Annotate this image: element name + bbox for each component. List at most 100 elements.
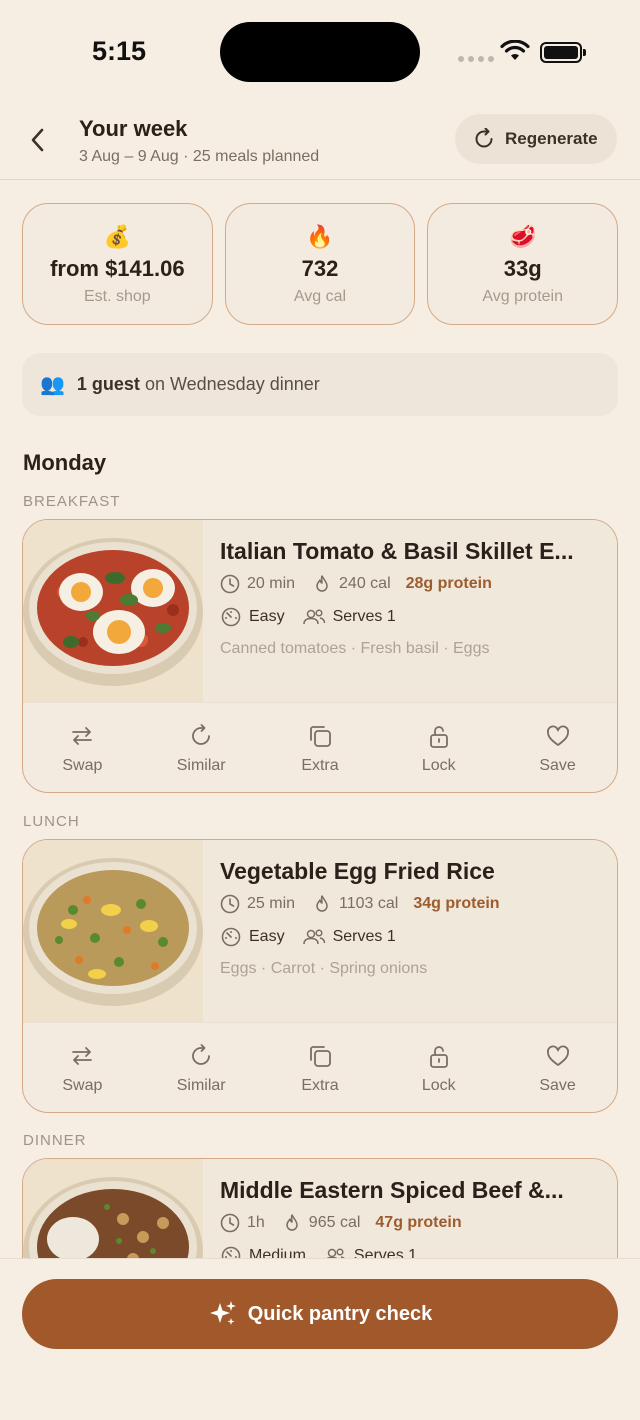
chevron-left-icon bbox=[31, 128, 44, 152]
page-subtitle: 3 Aug – 9 Aug · 25 meals planned bbox=[79, 148, 320, 165]
meal-protein: 28g protein bbox=[405, 575, 492, 592]
quick-pantry-check-button[interactable]: Quick pantry check bbox=[22, 1279, 618, 1349]
refresh-icon bbox=[192, 1043, 211, 1065]
wifi-icon bbox=[500, 40, 530, 60]
battery-icon bbox=[540, 42, 586, 63]
stat-card-calories: 🔥 732 Avg cal bbox=[224, 203, 416, 325]
meal-serves: Serves 1 bbox=[332, 608, 396, 625]
heart-icon bbox=[546, 725, 569, 746]
meal-serves: Serves 1 bbox=[332, 928, 396, 945]
regenerate-button[interactable]: Regenerate bbox=[455, 114, 617, 164]
section-label-breakfast: BREAKFAST bbox=[23, 493, 121, 510]
save-label: Save bbox=[539, 756, 576, 774]
meal-time: 20 min bbox=[247, 575, 296, 592]
meal-card-breakfast[interactable]: Italian Tomato & Basil Skillet E... 20 m… bbox=[22, 519, 618, 793]
flame-icon bbox=[316, 575, 328, 592]
meal-card-lunch[interactable]: Vegetable Egg Fried Rice 25 min 1103 cal… bbox=[22, 839, 618, 1113]
swap-icon bbox=[72, 1046, 93, 1065]
day-title: Monday bbox=[23, 450, 107, 475]
status-bar: 5:15 bbox=[0, 0, 640, 100]
similar-button[interactable]: Similar bbox=[151, 1043, 251, 1095]
meal-protein: 34g protein bbox=[413, 895, 500, 912]
section-label-lunch: LUNCH bbox=[23, 813, 80, 830]
bottom-bar: Quick pantry check bbox=[0, 1258, 640, 1420]
swap-button[interactable]: Swap bbox=[32, 723, 132, 775]
guest-count: 1 guest bbox=[76, 374, 140, 394]
stats-row: 💰 from $141.06 Est. shop 🔥 732 Avg cal 🥩… bbox=[22, 203, 619, 325]
swap-icon bbox=[72, 726, 93, 745]
meal-meta-secondary: Easy Serves 1 bbox=[220, 927, 396, 947]
stat-card-protein: 🥩 33g Avg protein bbox=[427, 203, 619, 325]
people-icon bbox=[302, 609, 325, 625]
gauge-icon bbox=[221, 927, 241, 947]
meal-image bbox=[23, 520, 203, 702]
stat-label: Avg cal bbox=[293, 288, 347, 305]
lock-button[interactable]: Lock bbox=[389, 1043, 489, 1095]
heart-icon bbox=[546, 1045, 569, 1066]
stat-label: Est. shop bbox=[83, 288, 151, 305]
lock-label: Lock bbox=[421, 756, 456, 774]
unlock-icon bbox=[429, 1045, 448, 1068]
extra-label: Extra bbox=[301, 1076, 339, 1094]
meal-ingredients: Eggs · Carrot · Spring onions bbox=[220, 960, 428, 977]
stat-value: 732 bbox=[301, 256, 339, 281]
meal-time: 1h bbox=[247, 1214, 265, 1231]
meal-time: 25 min bbox=[247, 895, 296, 912]
guest-text: 1 guest on Wednesday dinner bbox=[77, 374, 320, 395]
meal-info: Vegetable Egg Fried Rice 25 min 1103 cal… bbox=[23, 840, 617, 1022]
meal-image bbox=[23, 840, 203, 1022]
similar-label: Similar bbox=[176, 1076, 226, 1094]
meal-info: Italian Tomato & Basil Skillet E... 20 m… bbox=[23, 520, 617, 702]
similar-label: Similar bbox=[176, 756, 226, 774]
money-bag-icon: 💰 bbox=[103, 224, 132, 249]
meal-ingredients: Canned tomatoes · Fresh basil · Eggs bbox=[220, 640, 490, 657]
meal-name: Italian Tomato & Basil Skillet E... bbox=[220, 538, 574, 564]
extra-button[interactable]: Extra bbox=[270, 723, 370, 775]
copy-icon bbox=[310, 1045, 331, 1067]
meat-icon: 🥩 bbox=[508, 224, 537, 249]
meal-actions: Swap Similar Extra Lock Save bbox=[23, 702, 617, 792]
stat-value: from $141.06 bbox=[50, 256, 185, 281]
extra-button[interactable]: Extra bbox=[270, 1043, 370, 1095]
cellular-signal-icon bbox=[458, 56, 494, 62]
flame-icon bbox=[286, 1214, 298, 1231]
refresh-icon bbox=[475, 128, 493, 148]
gauge-icon bbox=[221, 607, 241, 627]
swap-label: Swap bbox=[62, 756, 103, 774]
dynamic-island bbox=[220, 22, 420, 82]
meal-protein: 47g protein bbox=[375, 1214, 462, 1231]
stat-card-shop: 💰 from $141.06 Est. shop bbox=[22, 203, 213, 325]
quick-pantry-check-label: Quick pantry check bbox=[247, 1302, 433, 1325]
clock-icon bbox=[220, 894, 240, 914]
similar-button[interactable]: Similar bbox=[151, 723, 251, 775]
fire-icon: 🔥 bbox=[306, 224, 334, 249]
meal-meta: 1h 965 cal 47g protein bbox=[220, 1213, 462, 1233]
meal-name: Middle Eastern Spiced Beef &... bbox=[220, 1177, 564, 1203]
save-button[interactable]: Save bbox=[508, 1043, 608, 1095]
meal-difficulty: Easy bbox=[249, 928, 285, 945]
guest-detail: on Wednesday dinner bbox=[144, 374, 320, 394]
save-label: Save bbox=[539, 1076, 576, 1094]
lock-label: Lock bbox=[421, 1076, 456, 1094]
meal-name: Vegetable Egg Fried Rice bbox=[220, 858, 495, 884]
page-title: Your week bbox=[79, 116, 188, 141]
guest-banner[interactable]: 👥 1 guest on Wednesday dinner bbox=[22, 353, 618, 416]
status-time: 5:15 bbox=[92, 36, 147, 66]
copy-icon bbox=[310, 725, 331, 747]
swap-label: Swap bbox=[62, 1076, 103, 1094]
people-icon bbox=[302, 929, 325, 945]
sparkles-icon bbox=[209, 1301, 236, 1325]
stat-label: Avg protein bbox=[482, 288, 563, 305]
extra-label: Extra bbox=[301, 756, 339, 774]
save-button[interactable]: Save bbox=[508, 723, 608, 775]
lock-button[interactable]: Lock bbox=[389, 723, 489, 775]
meal-meta: 25 min 1103 cal 34g protein bbox=[220, 894, 500, 914]
meal-calories: 1103 cal bbox=[339, 895, 399, 912]
meal-meta: 20 min 240 cal 28g protein bbox=[220, 574, 492, 594]
swap-button[interactable]: Swap bbox=[32, 1043, 132, 1095]
back-button[interactable] bbox=[22, 122, 52, 158]
people-icon: 👥 bbox=[40, 374, 65, 396]
clock-icon bbox=[220, 1213, 240, 1233]
unlock-icon bbox=[429, 725, 448, 748]
header: Your week 3 Aug – 9 Aug · 25 meals plann… bbox=[0, 100, 640, 180]
